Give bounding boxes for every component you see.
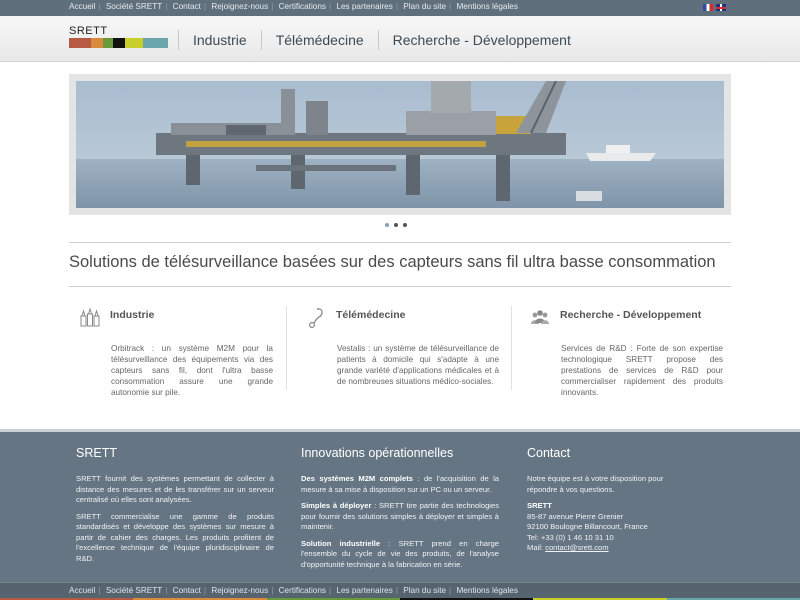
- separator: |: [449, 2, 452, 11]
- top-nav-accueil[interactable]: Accueil: [69, 2, 95, 11]
- feature-text: Vestalis : un système de télésurveillanc…: [337, 344, 499, 386]
- bottom-nav-contact[interactable]: Contact: [173, 586, 201, 595]
- top-nav-societe[interactable]: Société SRETT: [106, 2, 162, 11]
- logo-swatch: [69, 38, 91, 48]
- footer-paragraph: Des systèmes M2M complets : de l'acquisi…: [301, 474, 499, 495]
- logo-text[interactable]: SRETT: [69, 25, 108, 37]
- bottom-nav-certifications[interactable]: Certifications: [279, 586, 326, 595]
- footer-title: Innovations opérationnelles: [301, 446, 454, 460]
- top-nav-rejoignez[interactable]: Rejoignez-nous: [211, 2, 268, 11]
- footer-title: SRETT: [76, 446, 117, 460]
- slider-dot[interactable]: [385, 223, 389, 227]
- contact-address: SRETT 85-87 avenue Pierre Grenier 92100 …: [527, 501, 667, 554]
- site-footer: SRETT SRETT fournit des systèmes permett…: [0, 429, 800, 600]
- top-nav-mentions[interactable]: Mentions légales: [456, 2, 517, 11]
- flag-fr-icon[interactable]: [703, 4, 713, 11]
- footer-paragraph: SRETT commercialise une gamme de produit…: [76, 511, 274, 563]
- divider-line: [69, 286, 731, 287]
- top-nav: Accueil | Société SRETT | Contact | Rejoign…: [69, 2, 518, 11]
- bottom-nav-rejoignez[interactable]: Rejoignez-nous: [211, 586, 268, 595]
- logo-swatch: [125, 38, 143, 48]
- contact-company: SRETT: [527, 501, 552, 510]
- feature-title[interactable]: Recherche - Développement: [560, 309, 701, 321]
- hero-slider[interactable]: [69, 74, 731, 215]
- contact-tel: Tel: +33 (0) 1 46 10 31 10: [527, 532, 614, 542]
- site-header: SRETT Industrie Télémédecine Recherche -…: [0, 16, 800, 62]
- feature-title[interactable]: Industrie: [110, 309, 154, 321]
- top-nav-plan[interactable]: Plan du site: [403, 2, 446, 11]
- feature-text: Orbitrack : un système M2M pour la télés…: [111, 344, 273, 397]
- hero-image: [76, 81, 724, 208]
- bottom-nav-partenaires[interactable]: Les partenaires: [336, 586, 392, 595]
- nav-recherche[interactable]: Recherche - Développement: [379, 31, 585, 50]
- separator: |: [395, 2, 398, 11]
- separator: |: [203, 586, 207, 595]
- footer-paragraph: SRETT fournit des systèmes permettant de…: [76, 474, 274, 504]
- nav-telemedecine[interactable]: Télémédecine: [262, 31, 378, 50]
- separator: |: [98, 2, 101, 11]
- bottom-nav-mentions[interactable]: Mentions légales: [456, 586, 517, 595]
- team-icon: [531, 310, 549, 324]
- separator: |: [328, 586, 332, 595]
- page-headline: Solutions de télésurveillance basées sur…: [69, 253, 716, 271]
- footer-innovations: Innovations opérationnelles Des systèmes…: [301, 446, 499, 576]
- logo-swatch: [91, 38, 103, 48]
- contact-street: 85-87 avenue Pierre Grenier: [527, 511, 624, 521]
- feature-text: Services de R&D : Forte de son expertise…: [561, 344, 723, 397]
- contact-intro: Notre équipe est à votre disposition pou…: [527, 474, 664, 494]
- bottom-nav-societe[interactable]: Société SRETT: [106, 586, 162, 595]
- stethoscope-icon: [309, 308, 323, 328]
- footer-paragraph: Simples à déployer : SRETT tire partie d…: [301, 501, 499, 533]
- contact-mail-link[interactable]: contact@srett.com: [545, 543, 608, 552]
- separator: |: [203, 2, 207, 11]
- innovation-label: Simples à déployer: [301, 501, 372, 510]
- logo-swatch: [103, 38, 113, 48]
- top-nav-contact[interactable]: Contact: [173, 2, 201, 11]
- separator: |: [271, 2, 274, 11]
- top-nav-partenaires[interactable]: Les partenaires: [336, 2, 392, 11]
- footer-title: Contact: [527, 446, 571, 460]
- separator: |: [165, 2, 168, 11]
- separator: |: [271, 586, 274, 595]
- factory-icon: [80, 307, 100, 327]
- feature-title[interactable]: Télémédecine: [336, 309, 405, 321]
- main-nav: Industrie Télémédecine Recherche - Dével…: [178, 30, 585, 50]
- logo-color-bar[interactable]: [69, 38, 168, 48]
- top-bar: Accueil | Société SRETT | Contact | Rejoign…: [0, 0, 800, 16]
- bottom-nav-plan[interactable]: Plan du site: [403, 586, 446, 595]
- separator: |: [165, 586, 168, 595]
- logo-swatch: [113, 38, 125, 48]
- separator: |: [395, 586, 398, 595]
- footer-paragraph: Solution industrielle : SRETT prend en c…: [301, 539, 499, 571]
- logo-swatch: [143, 38, 168, 48]
- footer-contact: Contact Notre équipe est à votre disposi…: [527, 446, 667, 560]
- footer-about: SRETT SRETT fournit des systèmes permett…: [76, 446, 274, 570]
- separator: |: [328, 2, 332, 11]
- innovation-label: Solution industrielle: [301, 538, 381, 548]
- contact-mail-label: Mail:: [527, 543, 546, 552]
- nav-industrie[interactable]: Industrie: [179, 31, 261, 50]
- column-divider: [511, 306, 512, 390]
- bottom-nav: Accueil | Société SRETT | Contact | Rejoign…: [69, 586, 518, 595]
- innovation-label: Des systèmes M2M complets: [301, 474, 414, 483]
- slider-dot[interactable]: [403, 223, 407, 227]
- divider-line: [69, 242, 731, 243]
- separator: |: [449, 586, 452, 595]
- contact-city: 92100 Boulogne Billancourt, France: [527, 522, 648, 531]
- bottom-bar: Accueil | Société SRETT | Contact | Rejoign…: [0, 582, 800, 600]
- language-switcher: [703, 4, 726, 11]
- column-divider: [286, 306, 287, 390]
- slider-dot[interactable]: [394, 223, 398, 227]
- flag-uk-icon[interactable]: [716, 4, 726, 11]
- bottom-nav-accueil[interactable]: Accueil: [69, 586, 95, 595]
- slider-dots: [385, 223, 407, 227]
- separator: |: [98, 586, 101, 595]
- top-nav-certifications[interactable]: Certifications: [279, 2, 326, 11]
